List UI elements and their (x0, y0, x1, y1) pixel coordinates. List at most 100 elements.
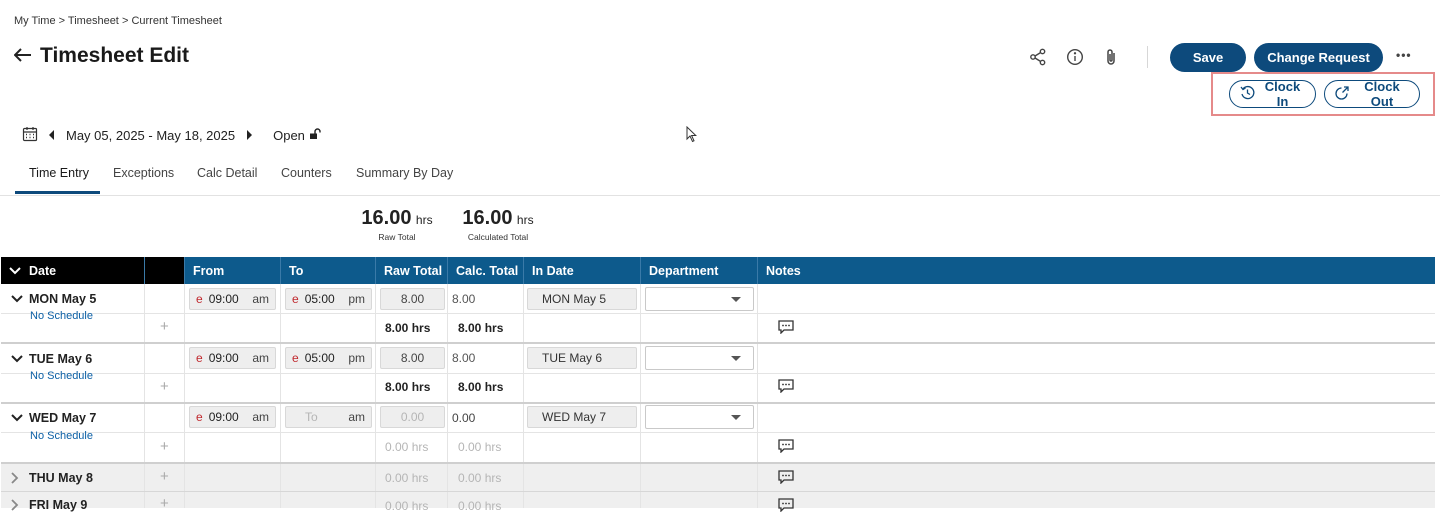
col-sep (280, 284, 281, 508)
change-request-button[interactable]: Change Request (1254, 43, 1383, 72)
chevron-right-icon[interactable] (11, 499, 19, 511)
unlock-icon (309, 128, 321, 143)
calendar-icon[interactable] (22, 126, 38, 145)
chevron-down-icon[interactable] (9, 266, 21, 275)
comment-icon[interactable] (778, 320, 794, 335)
calc-total-value: 8.00 (452, 292, 476, 306)
tab-counters[interactable]: Counters (281, 166, 332, 180)
more-options-icon[interactable]: ••• (1396, 48, 1412, 62)
column-header-from[interactable]: From (185, 257, 281, 284)
share-icon[interactable] (1027, 46, 1049, 68)
comment-icon[interactable] (778, 470, 794, 485)
chevron-right-icon[interactable] (11, 472, 19, 484)
edited-flag: e (196, 292, 203, 306)
column-header-department[interactable]: Department (641, 257, 758, 284)
chevron-down-icon[interactable] (11, 295, 23, 303)
plus-icon[interactable]: + (160, 378, 169, 395)
clock-in-label: Clock In (1264, 79, 1301, 109)
tab-time-entry[interactable]: Time Entry (29, 166, 89, 180)
raw-sum-value: 0.00 hrs (385, 499, 429, 513)
col-sep (523, 284, 524, 508)
breadcrumb-current: Current Timesheet (131, 15, 222, 27)
day-row-fri[interactable]: FRI May 9 (11, 498, 87, 512)
dropdown-caret-icon (731, 356, 741, 361)
to-time-placeholder: To (305, 410, 318, 424)
in-date-field[interactable]: TUE May 6 (527, 347, 637, 369)
department-select[interactable] (645, 405, 754, 429)
column-header-notes[interactable]: Notes (758, 257, 1435, 284)
calc-total-value: 8.00 (452, 351, 476, 365)
info-icon[interactable] (1064, 46, 1086, 68)
column-header-date[interactable]: Date (1, 257, 145, 284)
save-button[interactable]: Save (1170, 43, 1246, 72)
column-header-to[interactable]: To (281, 257, 376, 284)
chevron-down-icon[interactable] (11, 355, 23, 363)
breadcrumb-timesheet[interactable]: Timesheet (68, 15, 119, 27)
raw-total-value: 16.00 (361, 207, 412, 229)
column-header-raw-total[interactable]: Raw Total (376, 257, 448, 284)
in-date-field[interactable]: WED May 7 (527, 406, 637, 428)
calc-total-summary: 16.00 hrs Calculated Total (454, 207, 542, 242)
from-ampm[interactable]: am (252, 410, 269, 424)
day-divider (1, 342, 1435, 344)
from-time-input[interactable]: e 09:00 am (189, 406, 276, 428)
day-label: TUE May 6 (29, 352, 93, 366)
to-time-input[interactable]: e 05:00 pm (285, 347, 372, 369)
dropdown-caret-icon (731, 415, 741, 420)
plus-icon[interactable]: + (160, 468, 169, 485)
day-row-mon[interactable]: MON May 5 (11, 292, 96, 306)
in-date-field[interactable]: MON May 5 (527, 288, 637, 310)
plus-icon[interactable]: + (160, 438, 169, 455)
day-row-wed[interactable]: WED May 7 (11, 411, 96, 425)
from-ampm[interactable]: am (252, 292, 269, 306)
to-ampm[interactable]: pm (348, 292, 365, 306)
to-ampm[interactable]: pm (348, 351, 365, 365)
comment-icon[interactable] (778, 498, 794, 513)
edited-flag: e (196, 410, 203, 424)
raw-sum-value: 8.00 hrs (385, 321, 431, 335)
column-header-calc-total[interactable]: Calc. Total (448, 257, 524, 284)
to-time-input[interactable]: e 05:00 pm (285, 288, 372, 310)
breadcrumb: My Time > Timesheet > Current Timesheet (14, 15, 222, 27)
to-time-input[interactable]: To am (285, 406, 372, 428)
raw-sum-value: 8.00 hrs (385, 380, 431, 394)
department-select[interactable] (645, 287, 754, 311)
comment-icon[interactable] (778, 379, 794, 394)
plus-icon[interactable]: + (160, 495, 169, 512)
comment-icon[interactable] (778, 439, 794, 454)
day-row-thu[interactable]: THU May 8 (11, 471, 93, 485)
clock-in-button[interactable]: Clock In (1229, 79, 1316, 109)
tab-summary-by-day[interactable]: Summary By Day (356, 166, 453, 180)
from-time-input[interactable]: e 09:00 am (189, 288, 276, 310)
from-ampm[interactable]: am (252, 351, 269, 365)
day-row-tue[interactable]: TUE May 6 (11, 352, 92, 366)
back-arrow-icon[interactable] (13, 46, 32, 66)
chevron-right-icon[interactable] (245, 128, 253, 143)
tab-calc-detail[interactable]: Calc Detail (197, 166, 257, 180)
breadcrumb-my-time[interactable]: My Time (14, 15, 56, 27)
col-sep (640, 284, 641, 508)
chevron-down-icon[interactable] (11, 414, 23, 422)
no-schedule-link[interactable]: No Schedule (30, 430, 93, 442)
calc-sum-value: 0.00 hrs (458, 471, 502, 485)
tab-exceptions[interactable]: Exceptions (113, 166, 174, 180)
paperclip-icon[interactable] (1100, 46, 1122, 68)
chevron-left-icon[interactable] (48, 128, 56, 143)
clock-out-button[interactable]: Clock Out (1324, 79, 1420, 109)
department-select[interactable] (645, 346, 754, 370)
no-schedule-link[interactable]: No Schedule (30, 310, 93, 322)
col-sep (375, 284, 376, 508)
to-ampm[interactable]: am (348, 410, 365, 424)
plus-icon[interactable]: + (160, 318, 169, 335)
period-status: Open (273, 128, 305, 143)
calc-sum-value: 8.00 hrs (458, 321, 504, 335)
to-time-value: 05:00 (304, 292, 335, 306)
column-header-in-date[interactable]: In Date (524, 257, 641, 284)
no-schedule-link[interactable]: No Schedule (30, 370, 93, 382)
clock-out-icon (1335, 85, 1350, 103)
from-time-input[interactable]: e 09:00 am (189, 347, 276, 369)
collapsed-rows-background (1, 463, 1435, 508)
col-sep (757, 284, 758, 508)
raw-total-unit: hrs (415, 213, 433, 227)
day-divider (1, 491, 1435, 492)
